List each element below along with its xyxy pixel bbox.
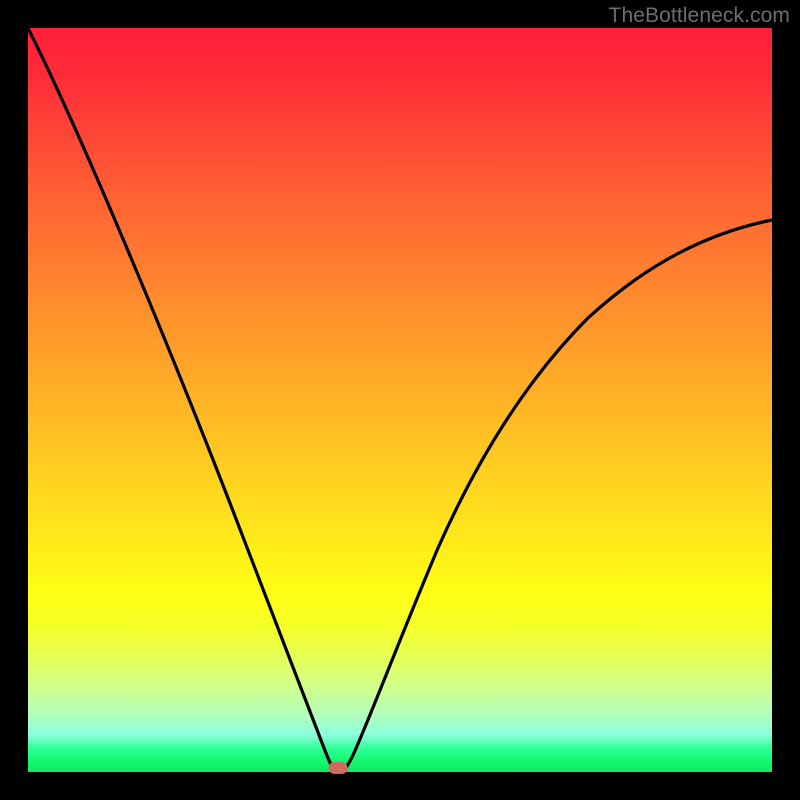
curve-path (28, 28, 772, 772)
bottleneck-marker (329, 762, 348, 774)
watermark-text: TheBottleneck.com (609, 4, 790, 28)
chart-frame: TheBottleneck.com (0, 0, 800, 800)
bottleneck-curve (28, 28, 772, 772)
plot-area (28, 28, 772, 772)
